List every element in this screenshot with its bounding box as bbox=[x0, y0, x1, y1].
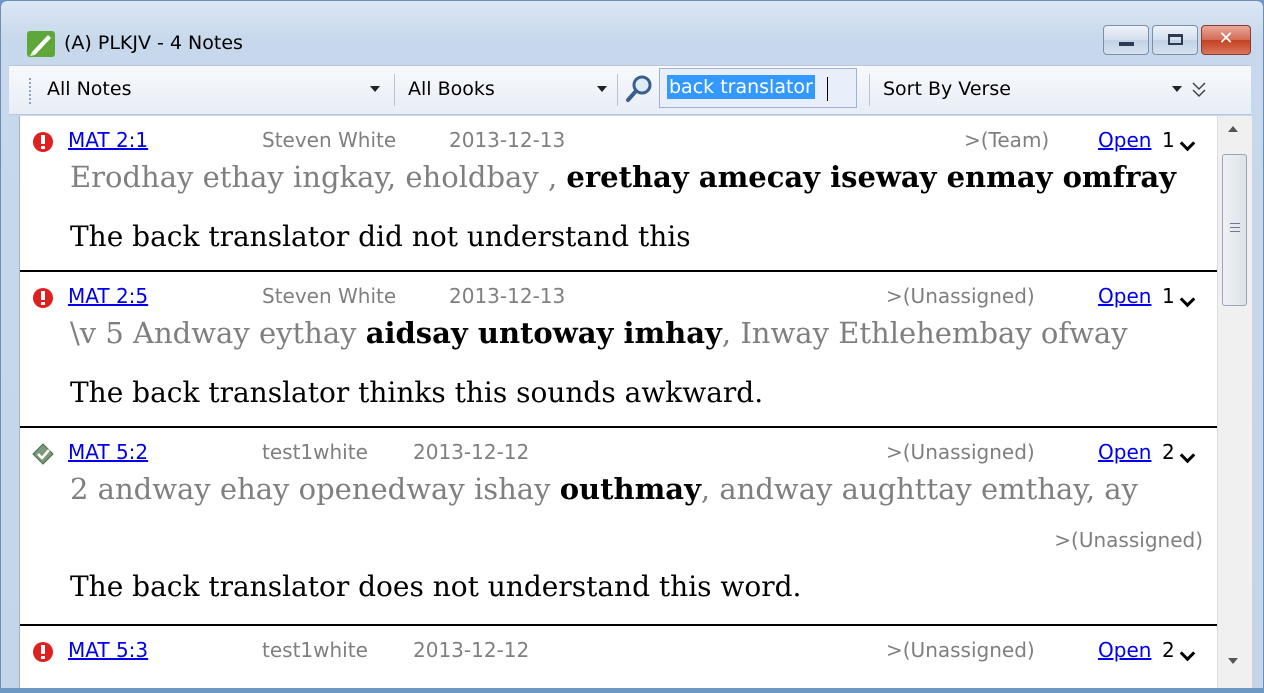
maximize-button[interactable] bbox=[1152, 25, 1198, 55]
note-author: Steven White bbox=[262, 284, 397, 308]
note-date: 2013-12-13 bbox=[449, 128, 566, 152]
exclamation-circle-icon bbox=[33, 288, 53, 308]
chevron-down-icon[interactable] bbox=[1179, 135, 1196, 152]
note-author: test1white bbox=[262, 638, 368, 662]
verse-highlight: aidsay untoway imhay bbox=[365, 316, 722, 350]
open-link[interactable]: Open bbox=[1098, 638, 1151, 662]
notes-window: (A) PLKJV - 4 Notes ✕ All Notes All Book… bbox=[0, 0, 1264, 693]
window-bottom-edge bbox=[0, 688, 1264, 693]
note-date: 2013-12-13 bbox=[449, 284, 566, 308]
title-bar[interactable]: (A) PLKJV - 4 Notes ✕ bbox=[1, 1, 1263, 65]
note-header: MAT 2:1 Steven White 2013-12-13 >(Team) … bbox=[20, 116, 1218, 152]
verse-reference-link[interactable]: MAT 2:1 bbox=[68, 128, 148, 152]
separator bbox=[869, 74, 870, 106]
close-button[interactable]: ✕ bbox=[1201, 25, 1251, 55]
chevron-down-icon[interactable] bbox=[1179, 645, 1196, 662]
separator bbox=[617, 74, 618, 106]
verse-highlight: outhmay bbox=[559, 472, 701, 506]
note-header: MAT 5:3 test1white 2013-12-12 >(Unassign… bbox=[20, 626, 1218, 662]
note-filter-dropdown[interactable]: All Notes bbox=[47, 78, 131, 100]
text-caret bbox=[827, 77, 828, 101]
maximize-icon bbox=[1168, 34, 1183, 45]
list-item: MAT 5:2 test1white 2013-12-12 >(Unassign… bbox=[20, 428, 1218, 626]
verse-text: \v 5 Andway eythay aidsay untoway imhay,… bbox=[70, 316, 1128, 350]
note-author: test1white bbox=[262, 440, 368, 464]
window-title: (A) PLKJV - 4 Notes bbox=[64, 32, 243, 54]
scrollbar-thumb[interactable] bbox=[1222, 154, 1247, 306]
verse-reference-link[interactable]: MAT 5:3 bbox=[68, 638, 148, 662]
open-link[interactable]: Open bbox=[1098, 440, 1151, 464]
toolbar-overflow-icon[interactable] bbox=[1189, 80, 1209, 100]
minimize-icon bbox=[1119, 42, 1134, 46]
notes-list: MAT 2:1 Steven White 2013-12-13 >(Team) … bbox=[19, 116, 1218, 692]
reply-count: 2 bbox=[1162, 440, 1175, 464]
sort-dropdown[interactable]: Sort By Verse bbox=[883, 78, 1011, 100]
chevron-down-icon[interactable] bbox=[1179, 447, 1196, 464]
verse-text: Erodhay ethay ingkay, eholdbay , erethay… bbox=[70, 160, 1176, 194]
grip-line bbox=[1230, 227, 1240, 228]
toolbar: All Notes All Books back translator Sort… bbox=[9, 65, 1251, 115]
note-header: MAT 5:2 test1white 2013-12-12 >(Unassign… bbox=[20, 428, 1218, 465]
note-header: MAT 2:5 Steven White 2013-12-13 >(Unassi… bbox=[20, 272, 1218, 308]
vertical-scrollbar[interactable] bbox=[1217, 116, 1252, 692]
scroll-down-arrow-icon[interactable] bbox=[1228, 658, 1238, 664]
verse-reference-link[interactable]: MAT 2:5 bbox=[68, 284, 148, 308]
note-author: Steven White bbox=[262, 128, 397, 152]
note-comment: The back translator did not understand t… bbox=[70, 220, 691, 253]
note-date: 2013-12-12 bbox=[413, 638, 530, 662]
grip-line bbox=[1230, 231, 1240, 232]
exclamation-circle-icon bbox=[33, 132, 53, 152]
pencil-leaf-icon bbox=[27, 31, 55, 57]
scroll-up-arrow-icon[interactable] bbox=[1228, 126, 1238, 132]
chevron-down-icon[interactable] bbox=[1179, 291, 1196, 308]
note-assignee: >(Unassigned) bbox=[886, 440, 1035, 464]
check-diamond-icon bbox=[32, 443, 54, 465]
open-link[interactable]: Open bbox=[1098, 284, 1151, 308]
close-icon: ✕ bbox=[1218, 28, 1234, 49]
reply-count: 1 bbox=[1162, 284, 1175, 308]
verse-highlight: erethay amecay iseway enmay omfray bbox=[566, 160, 1176, 194]
list-item: MAT 5:3 test1white 2013-12-12 >(Unassign… bbox=[20, 626, 1218, 692]
grip-line bbox=[1230, 223, 1240, 224]
book-filter-dropdown[interactable]: All Books bbox=[408, 78, 495, 100]
chevron-down-icon[interactable] bbox=[597, 86, 607, 92]
note-date: 2013-12-12 bbox=[413, 440, 530, 464]
reply-count: 2 bbox=[1162, 638, 1175, 662]
separator bbox=[394, 74, 395, 106]
note-comment: The back translator thinks this sounds a… bbox=[70, 376, 764, 409]
note-comment: The back translator does not understand … bbox=[70, 570, 802, 603]
search-input-text: back translator bbox=[667, 75, 815, 99]
search-input[interactable]: back translator bbox=[659, 68, 857, 108]
sub-assignee: >(Unassigned) bbox=[1054, 528, 1203, 552]
list-item: MAT 2:1 Steven White 2013-12-13 >(Team) … bbox=[20, 116, 1218, 272]
toolbar-grip[interactable] bbox=[29, 78, 33, 104]
list-item: MAT 2:5 Steven White 2013-12-13 >(Unassi… bbox=[20, 272, 1218, 428]
open-link[interactable]: Open bbox=[1098, 128, 1151, 152]
window-controls: ✕ bbox=[1100, 25, 1251, 55]
chevron-down-icon[interactable] bbox=[1172, 86, 1182, 92]
chevron-down-icon[interactable] bbox=[370, 86, 380, 92]
note-assignee: >(Unassigned) bbox=[886, 638, 1035, 662]
note-assignee: >(Unassigned) bbox=[886, 284, 1035, 308]
minimize-button[interactable] bbox=[1103, 25, 1149, 55]
verse-text: 2 andway ehay openedway ishay outhmay, a… bbox=[70, 472, 1138, 506]
note-assignee: >(Team) bbox=[964, 128, 1050, 152]
exclamation-circle-icon bbox=[33, 642, 53, 662]
magnifier-icon bbox=[626, 75, 652, 102]
reply-count: 1 bbox=[1162, 128, 1175, 152]
verse-reference-link[interactable]: MAT 5:2 bbox=[68, 440, 148, 464]
